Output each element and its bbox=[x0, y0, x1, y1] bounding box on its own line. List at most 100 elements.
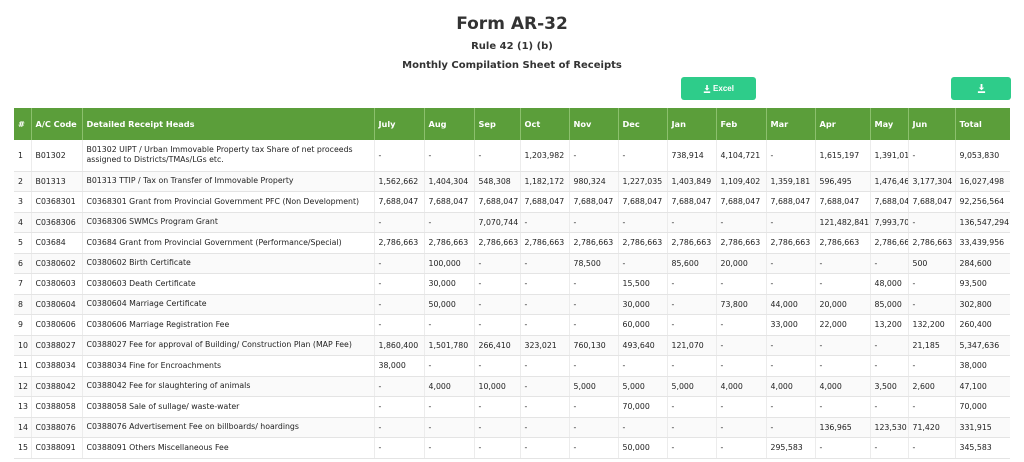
download-button[interactable] bbox=[951, 77, 1011, 100]
table-cell: 7,688,047 bbox=[667, 191, 717, 213]
table-cell: - bbox=[520, 417, 570, 438]
table-cell: - bbox=[520, 314, 570, 336]
table-cell: 2,786,663 bbox=[908, 232, 956, 254]
table-cell: 4,000 bbox=[424, 376, 475, 397]
excel-button-label: Excel bbox=[713, 84, 734, 93]
table-cell: 73,800 bbox=[716, 294, 767, 315]
column-header: # bbox=[14, 108, 32, 140]
table-cell: - bbox=[716, 212, 767, 233]
table-cell: 260,400 bbox=[955, 314, 1010, 336]
table-cell: - bbox=[766, 140, 816, 172]
table-cell: - bbox=[569, 437, 619, 459]
receipt-head-cell: C0388027 Fee for approval of Building/ C… bbox=[82, 335, 375, 356]
table-cell: 2,600 bbox=[908, 376, 956, 397]
column-header: May bbox=[870, 108, 909, 140]
table-cell: - bbox=[374, 396, 425, 418]
table-cell: - bbox=[374, 212, 425, 233]
ac-code-cell: C0368301 bbox=[31, 191, 83, 213]
table-cell: 33,000 bbox=[766, 314, 816, 336]
table-cell: 2,786,663 bbox=[424, 232, 475, 254]
table-cell: - bbox=[374, 376, 425, 397]
table-cell: - bbox=[667, 273, 717, 295]
table-cell: - bbox=[716, 355, 767, 377]
table-cell: 44,000 bbox=[766, 294, 816, 315]
table-cell: 136,547,294 bbox=[955, 212, 1010, 233]
table-cell: 11 bbox=[14, 355, 32, 377]
table-cell: 20,000 bbox=[815, 294, 871, 315]
ac-code-cell: C03684 bbox=[31, 232, 83, 254]
table-cell: 760,130 bbox=[569, 335, 619, 356]
receipt-head-cell: C0388058 Sale of sullage/ waste-water bbox=[82, 396, 375, 418]
ac-code-cell: C0388091 bbox=[31, 437, 83, 459]
table-cell: 2,786,663 bbox=[374, 232, 425, 254]
table-cell: - bbox=[618, 140, 668, 172]
table-cell: 1,615,197 bbox=[815, 140, 871, 172]
table-cell: - bbox=[667, 417, 717, 438]
table-cell: - bbox=[474, 417, 521, 438]
table-cell: 13 bbox=[14, 396, 32, 418]
table-cell: 70,000 bbox=[955, 396, 1010, 418]
table-cell: - bbox=[815, 335, 871, 356]
table-cell: 2,786,663 bbox=[766, 232, 816, 254]
table-cell: 9 bbox=[14, 314, 32, 336]
table-cell: - bbox=[569, 212, 619, 233]
table-cell: 596,495 bbox=[815, 171, 871, 192]
table-cell: 48,000 bbox=[870, 273, 909, 295]
table-cell: 7,993,709 bbox=[870, 212, 909, 233]
table-cell: - bbox=[667, 437, 717, 459]
table-row: 15 C0388091 C0388091 Others Miscellaneous … bbox=[14, 437, 1010, 459]
table-header-row: # A/C Code Detailed Receipt Heads July Aug Se… bbox=[14, 108, 1010, 140]
table-cell: 7,688,047 bbox=[716, 191, 767, 213]
receipt-head-cell: C0380602 Birth Certificate bbox=[82, 253, 375, 274]
table-cell: 50,000 bbox=[424, 294, 475, 315]
table-cell: 136,965 bbox=[815, 417, 871, 438]
table-cell: 2,786,663 bbox=[716, 232, 767, 254]
table-cell: 7,688,047 bbox=[766, 191, 816, 213]
table-row: 7 C0380603 C0380603 Death Certificate -30,0… bbox=[14, 273, 1010, 295]
table-cell: 4,000 bbox=[815, 376, 871, 397]
table-cell: - bbox=[618, 417, 668, 438]
table-cell: - bbox=[569, 417, 619, 438]
sheet-subtitle: Monthly Compilation Sheet of Receipts bbox=[402, 60, 622, 71]
table-cell: 1,182,172 bbox=[520, 171, 570, 192]
table-row: 3 C0368301 C0368301 Grant from Provincial … bbox=[14, 191, 1010, 213]
table-cell: 7,688,047 bbox=[815, 191, 871, 213]
table-cell: 10 bbox=[14, 335, 32, 356]
table-cell: 4,000 bbox=[716, 376, 767, 397]
table-cell: 1,501,780 bbox=[424, 335, 475, 356]
receipt-head-cell: B01302 UIPT / Urban Immovable Property t… bbox=[82, 140, 375, 172]
table-row: 6 C0380602 C0380602 Birth Certificate -100,… bbox=[14, 253, 1010, 274]
table-cell: 2 bbox=[14, 171, 32, 192]
table-cell: - bbox=[815, 253, 871, 274]
table-cell: 21,185 bbox=[908, 335, 956, 356]
table-cell: 5,000 bbox=[618, 376, 668, 397]
table-cell: - bbox=[424, 417, 475, 438]
table-cell: 22,000 bbox=[815, 314, 871, 336]
table-cell: 38,000 bbox=[374, 355, 425, 377]
page-title: Form AR-32 bbox=[456, 14, 568, 34]
table-cell: 5,000 bbox=[667, 376, 717, 397]
table-cell: 1,403,849 bbox=[667, 171, 717, 192]
table-cell: - bbox=[569, 140, 619, 172]
ac-code-cell: C0388034 bbox=[31, 355, 83, 377]
table-cell: 1,109,402 bbox=[716, 171, 767, 192]
table-cell: - bbox=[474, 437, 521, 459]
table-cell: 345,583 bbox=[955, 437, 1010, 459]
table-cell: 4 bbox=[14, 212, 32, 233]
table-cell: - bbox=[618, 212, 668, 233]
table-cell: 6 bbox=[14, 253, 32, 274]
table-cell: 20,000 bbox=[716, 253, 767, 274]
table-cell: 7,688,047 bbox=[870, 191, 909, 213]
table-cell: - bbox=[815, 273, 871, 295]
table-cell: - bbox=[520, 376, 570, 397]
ac-code-cell: C0380603 bbox=[31, 273, 83, 295]
table-cell: - bbox=[424, 396, 475, 418]
table-cell: - bbox=[424, 314, 475, 336]
table-cell: - bbox=[374, 273, 425, 295]
table-cell: 493,640 bbox=[618, 335, 668, 356]
column-header: July bbox=[374, 108, 425, 140]
receipt-head-cell: C0380606 Marriage Registration Fee bbox=[82, 314, 375, 336]
ac-code-cell: C0380604 bbox=[31, 294, 83, 315]
excel-export-button[interactable]: Excel bbox=[681, 77, 756, 100]
table-cell: 3,500 bbox=[870, 376, 909, 397]
